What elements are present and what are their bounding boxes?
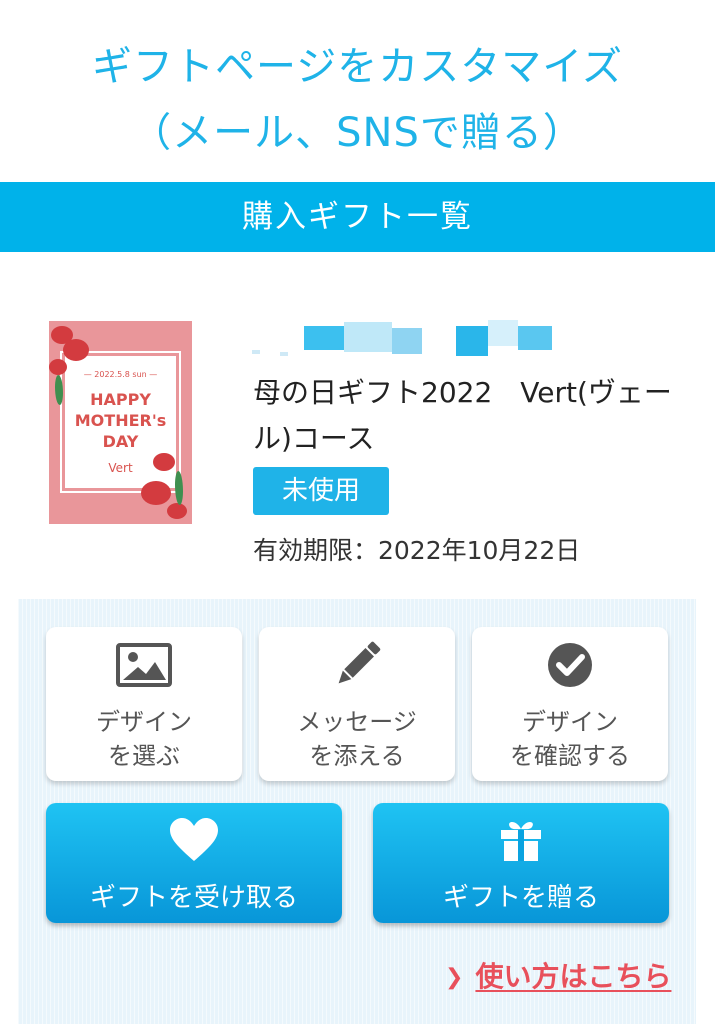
redaction-block: [252, 350, 260, 354]
carnation-decoration: [153, 453, 175, 471]
page-header: ギフトページをカスタマイズ （メール、SNSで贈る）: [0, 0, 715, 182]
redaction-block: [280, 352, 288, 356]
carnation-decoration: [167, 503, 187, 519]
label-line1: デザイン: [522, 708, 618, 736]
thumbnail-line3: DAY: [102, 432, 139, 451]
receive-gift-button[interactable]: ギフトを受け取る: [46, 803, 342, 923]
redaction-block: [456, 326, 488, 356]
leaf-decoration: [175, 471, 183, 505]
section-title-bar: 購入ギフト一覧: [0, 182, 715, 252]
page-subtitle: （メール、SNSで贈る）: [131, 110, 584, 156]
redaction-block: [304, 326, 344, 350]
status-badge: 未使用: [253, 467, 389, 515]
gift-icon: [501, 822, 541, 861]
redaction-block: [392, 328, 422, 354]
choose-design-label: デザイン を選ぶ: [46, 705, 242, 773]
how-to-use-link[interactable]: ❯ 使い方はこちら: [445, 955, 671, 995]
how-to-use-label: 使い方はこちら: [475, 960, 672, 993]
check-circle-icon: [548, 643, 592, 687]
confirm-design-button[interactable]: デザイン を確認する: [472, 627, 668, 781]
thumbnail-headline: HAPPY MOTHER's DAY: [65, 389, 176, 452]
label-line1: メッセージ: [297, 708, 417, 736]
gift-name: 母の日ギフト2022 Vert(ヴェール)コース: [253, 376, 672, 455]
add-message-button[interactable]: メッセージ を添える: [259, 627, 455, 781]
carnation-decoration: [63, 339, 89, 361]
send-gift-button[interactable]: ギフトを贈る: [373, 803, 669, 923]
carnation-decoration: [49, 359, 67, 375]
gift-thumbnail: — 2022.5.8 sun — HAPPY MOTHER's DAY Vert: [49, 321, 192, 524]
label-line2: を選ぶ: [108, 742, 180, 770]
redaction-block: [488, 320, 518, 346]
label-line1: デザイン: [96, 708, 192, 736]
pencil-icon: [338, 641, 381, 684]
redaction-block: [344, 322, 392, 352]
chevron-right-icon: ❯: [445, 965, 464, 990]
add-message-label: メッセージ を添える: [259, 705, 455, 773]
expiry-date: 有効期限：2022年10月22日: [253, 536, 581, 565]
thumbnail-line2: MOTHER's: [74, 411, 167, 430]
label-line2: を添える: [309, 742, 405, 770]
carnation-decoration: [141, 481, 171, 505]
heart-icon: [170, 818, 218, 861]
receive-gift-label: ギフトを受け取る: [89, 883, 298, 913]
image-icon: [116, 643, 172, 687]
choose-design-button[interactable]: デザイン を選ぶ: [46, 627, 242, 781]
thumbnail-date: — 2022.5.8 sun —: [83, 370, 158, 379]
send-gift-label: ギフトを贈る: [442, 883, 599, 913]
redaction-block: [518, 326, 552, 350]
recipient-name-redacted: [252, 320, 562, 360]
page-title: ギフトページをカスタマイズ: [92, 44, 623, 90]
confirm-design-label: デザイン を確認する: [472, 705, 668, 773]
thumbnail-line1: HAPPY: [90, 390, 151, 409]
label-line2: を確認する: [510, 742, 630, 770]
